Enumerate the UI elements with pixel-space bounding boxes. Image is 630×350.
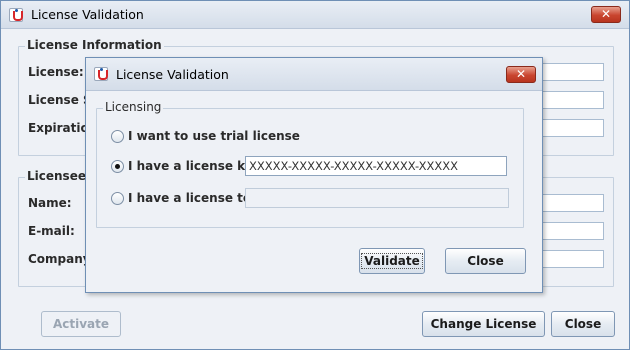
validate-button[interactable]: Validate xyxy=(359,248,425,274)
dialog-titlebar: License Validation ✕ xyxy=(86,58,542,91)
name-field[interactable] xyxy=(541,194,604,212)
license-text-radio[interactable] xyxy=(111,192,124,205)
name-label: Name: xyxy=(28,196,72,210)
trial-license-label[interactable]: I want to use trial license xyxy=(128,129,300,143)
license-status-field[interactable] xyxy=(541,91,604,109)
dialog-close-button[interactable]: Close xyxy=(445,248,526,274)
email-label: E-mail: xyxy=(28,224,75,238)
activate-button[interactable]: Activate xyxy=(41,311,121,337)
main-close-button[interactable]: Close xyxy=(551,311,615,337)
company-field[interactable] xyxy=(541,250,604,268)
main-close-button-label: Close xyxy=(564,317,602,331)
dialog-java-icon xyxy=(94,67,108,81)
license-key-label[interactable]: I have a license key xyxy=(128,159,261,173)
dialog-title: License Validation xyxy=(116,67,229,82)
dialog-close-icon[interactable]: ✕ xyxy=(506,66,536,83)
java-icon xyxy=(9,8,23,22)
trial-license-radio[interactable] xyxy=(111,130,124,143)
license-validation-dialog: License Validation ✕ Licensing I want to… xyxy=(85,57,543,293)
license-key-input[interactable]: XXXXX-XXXXX-XXXXX-XXXXX-XXXXX xyxy=(245,156,507,176)
license-text-input[interactable] xyxy=(245,188,509,208)
email-field[interactable] xyxy=(541,222,604,240)
license-field[interactable] xyxy=(541,63,604,81)
change-license-button-label: Change License xyxy=(430,317,537,331)
main-close-icon[interactable]: ✕ xyxy=(591,6,621,23)
main-window-title: License Validation xyxy=(31,7,144,22)
validate-button-label: Validate xyxy=(361,253,423,269)
change-license-button[interactable]: Change License xyxy=(422,311,545,337)
activate-button-label: Activate xyxy=(52,317,110,331)
license-label: License: xyxy=(28,65,84,79)
expiration-field[interactable] xyxy=(541,119,604,137)
license-key-radio[interactable] xyxy=(111,160,124,173)
main-titlebar: License Validation ✕ xyxy=(1,1,629,29)
dialog-close-button-label: Close xyxy=(467,254,504,268)
licensing-group-title: Licensing xyxy=(103,100,164,114)
license-information-title: License Information xyxy=(25,38,164,52)
